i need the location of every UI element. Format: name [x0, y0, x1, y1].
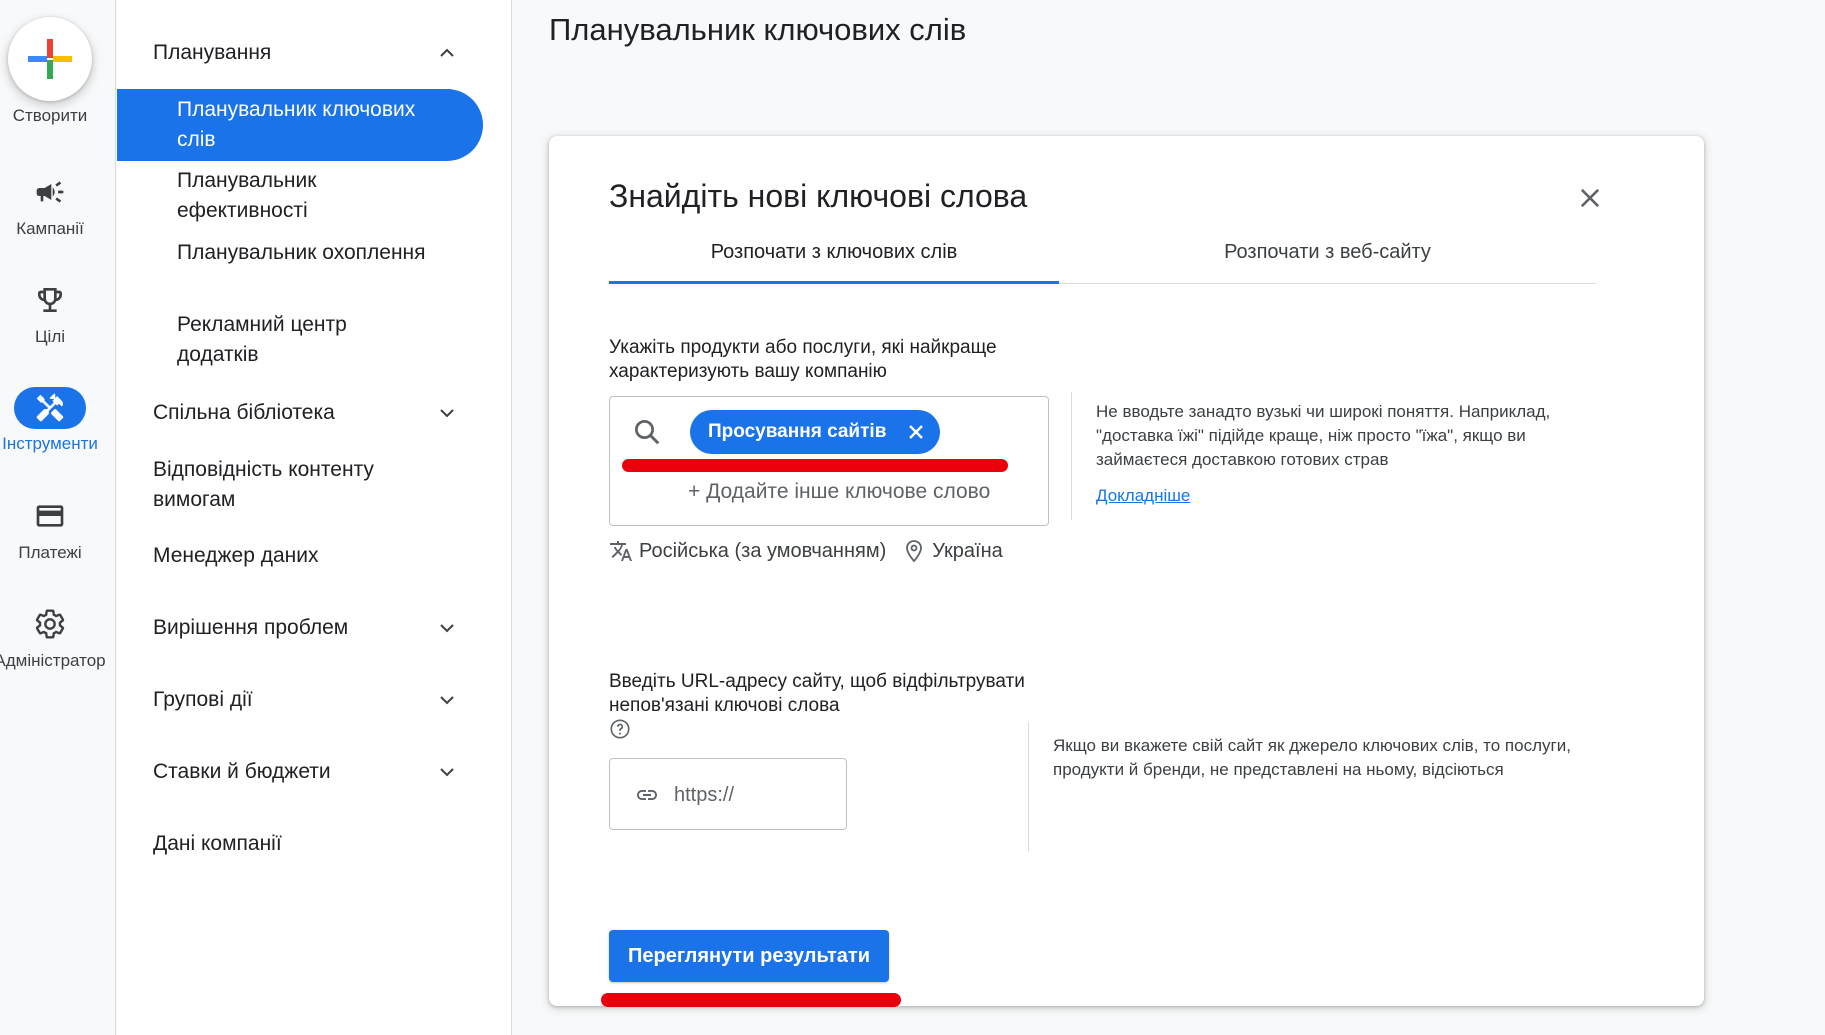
create-label: Створити: [12, 106, 88, 125]
plus-icon: [28, 39, 72, 79]
keywords-hint: Не вводьте занадто вузькі чи широкі поня…: [1096, 400, 1576, 508]
sidebar-item-content-suitability[interactable]: Відповідність контенту вимогам: [153, 455, 433, 515]
sidebar-item-bids-budgets[interactable]: Ставки й бюджети: [153, 757, 331, 787]
translate-icon[interactable]: [609, 539, 633, 563]
rail-label-billing[interactable]: Платежі: [0, 543, 108, 563]
tab-bar: Розпочати з ключових слів Розпочати з ве…: [609, 232, 1596, 284]
tools-icon: [36, 393, 64, 422]
chevron-down-icon[interactable]: [435, 616, 459, 640]
credit-card-icon: [36, 505, 64, 527]
sidebar-item-reach-planner[interactable]: Планувальник охоплення: [177, 238, 427, 268]
url-hint: Якщо ви вкажете свій сайт як джерело клю…: [1053, 736, 1571, 779]
left-rail: Створити Кампанії Цілі Інструменти Плате…: [0, 0, 116, 1035]
sidebar-item-business-data[interactable]: Дані компанії: [153, 829, 282, 859]
rail-label-goals[interactable]: Цілі: [0, 327, 108, 347]
rail-item-tools[interactable]: [14, 387, 86, 429]
url-input-box[interactable]: [609, 758, 847, 830]
keywords-prompt: Укажіть продукти або послуги, які найкра…: [609, 337, 997, 382]
sidebar-item-planning[interactable]: Планування: [153, 38, 271, 68]
page-title: Планувальник ключових слів: [549, 12, 967, 47]
search-icon: [635, 420, 660, 445]
sidebar-item-troubleshooting[interactable]: Вирішення проблем: [153, 613, 348, 643]
close-button[interactable]: [1570, 178, 1610, 218]
rail-item-billing[interactable]: [30, 496, 70, 536]
keywords-input-box[interactable]: Просування сайтів + Додайте інше ключове…: [609, 396, 1049, 526]
sidebar: Планування Планувальник ключових слів Пл…: [117, 0, 512, 1035]
rail-label-admin[interactable]: Адміністратор: [0, 651, 108, 671]
sidebar-item-bulk-actions[interactable]: Групові дії: [153, 685, 253, 715]
gear-icon: [35, 609, 65, 639]
keywords-hint-text: Не вводьте занадто вузькі чи широкі поня…: [1096, 402, 1551, 469]
help-icon[interactable]: [609, 718, 631, 740]
rail-item-goals[interactable]: [30, 280, 70, 320]
tab-start-with-keywords[interactable]: Розпочати з ключових слів: [609, 232, 1059, 284]
add-keyword-input[interactable]: + Додайте інше ключове слово: [688, 477, 990, 507]
rail-label-tools[interactable]: Інструменти: [0, 434, 108, 454]
megaphone-icon: [36, 181, 64, 203]
sidebar-item-shared-library[interactable]: Спільна бібліотека: [153, 398, 335, 428]
learn-more-link[interactable]: Докладніше: [1096, 484, 1190, 508]
create-button[interactable]: [8, 17, 92, 101]
close-icon[interactable]: [904, 420, 928, 444]
language-selector[interactable]: Російська (за умовчанням): [639, 536, 886, 566]
language-location-row: Російська (за умовчанням) Україна: [609, 536, 1003, 566]
chevron-down-icon[interactable]: [435, 760, 459, 784]
close-icon: [1580, 188, 1600, 208]
trophy-icon: [38, 288, 62, 312]
sidebar-item-label: Планувальник ключових слів: [177, 98, 416, 151]
link-icon: [637, 790, 657, 800]
rail-item-campaigns[interactable]: [30, 172, 70, 212]
rail-item-admin[interactable]: [30, 604, 70, 644]
sidebar-item-data-manager[interactable]: Менеджер даних: [153, 541, 318, 571]
rail-label-campaigns[interactable]: Кампанії: [0, 219, 108, 239]
url-prompt: Введіть URL-адресу сайту, щоб відфільтру…: [609, 671, 1025, 716]
dialog-title: Знайдіть нові ключові слова: [609, 178, 1028, 214]
location-selector[interactable]: Україна: [932, 536, 1003, 566]
sidebar-item-app-center[interactable]: Рекламний центр додатків: [177, 310, 427, 370]
keyword-chip-label: Просування сайтів: [708, 421, 887, 442]
red-underline-annotation: [601, 993, 901, 1007]
chevron-up-icon[interactable]: [435, 41, 459, 65]
view-results-button[interactable]: Переглянути результати: [609, 930, 889, 982]
chevron-down-icon[interactable]: [435, 688, 459, 712]
sidebar-item-keyword-planner[interactable]: Планувальник ключових слів: [117, 89, 483, 161]
url-input[interactable]: [674, 779, 834, 811]
tab-start-with-website[interactable]: Розпочати з веб-сайту: [1059, 232, 1596, 284]
find-keywords-dialog: Знайдіть нові ключові слова Розпочати з …: [549, 136, 1704, 1007]
red-underline-annotation: [622, 459, 1008, 472]
location-pin-icon[interactable]: [902, 539, 926, 563]
divider: [1071, 392, 1072, 520]
chevron-down-icon[interactable]: [435, 401, 459, 425]
keyword-chip[interactable]: Просування сайтів: [690, 410, 941, 454]
sidebar-item-performance-planner[interactable]: Планувальник ефективності: [177, 166, 427, 226]
divider: [1028, 722, 1029, 852]
